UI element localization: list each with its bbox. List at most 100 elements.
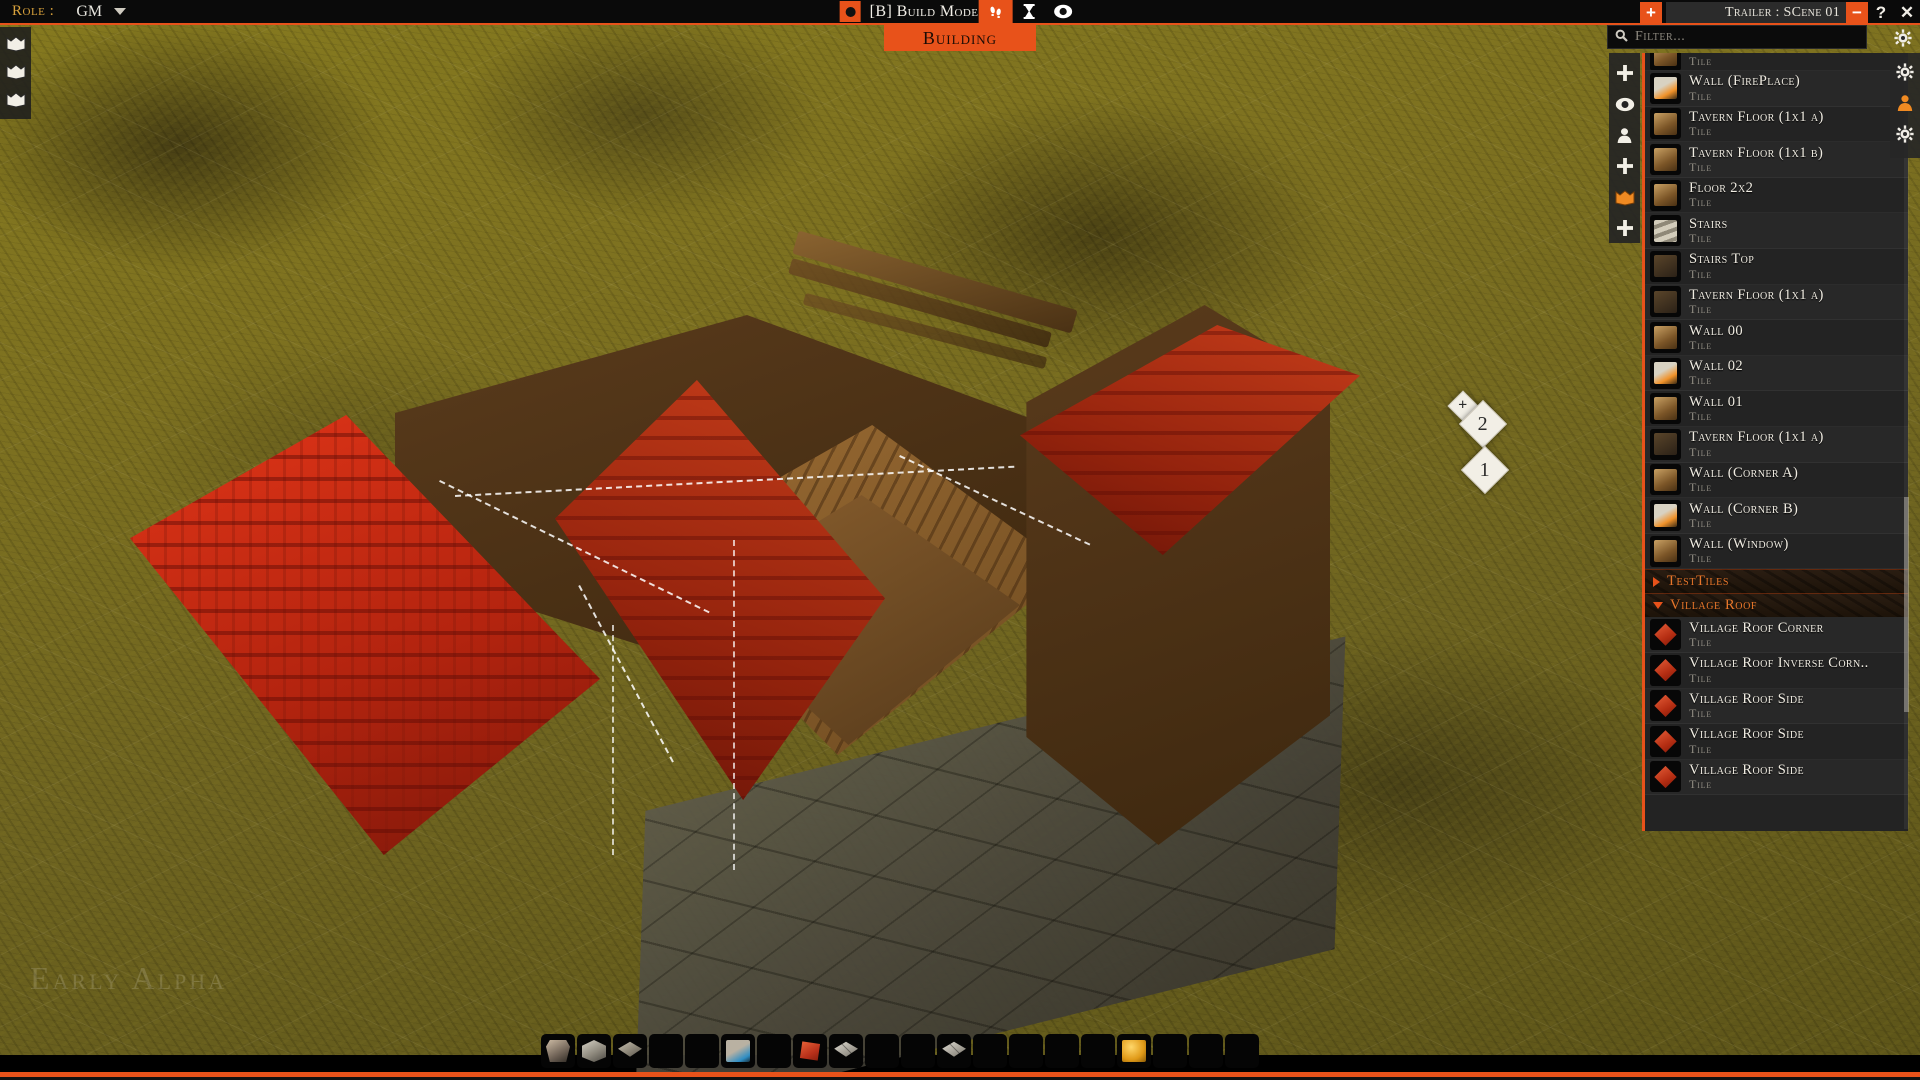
hotbar-slot-11[interactable] (901, 1034, 935, 1068)
hotbar-slot-7[interactable] (757, 1034, 791, 1068)
role-value[interactable]: GM (76, 3, 102, 21)
book-icon-1[interactable] (4, 31, 28, 55)
asset-thumbnail (1650, 535, 1681, 567)
asset-browser-panel: TileWall (FirePlace)TileTavern Floor (1x… (1607, 25, 1920, 1055)
asset-thumbnail (1650, 143, 1681, 175)
asset-list-item[interactable]: Wall (Corner A) Tile (1645, 463, 1908, 499)
asset-list-item[interactable]: Tavern Floor (1x1 a) Tile (1645, 285, 1908, 321)
person-icon[interactable] (1894, 92, 1916, 114)
asset-list-item[interactable]: Stairs Top Tile (1645, 249, 1908, 285)
gear-icon-panel[interactable] (1892, 27, 1914, 49)
asset-list-item[interactable]: Tile (1645, 53, 1908, 71)
asset-category-header[interactable]: TestTiles (1645, 569, 1908, 594)
hotbar-slot-18[interactable] (1153, 1034, 1187, 1068)
asset-name: Village Roof Side (1689, 763, 1805, 779)
hotbar-slot-12[interactable] (937, 1034, 971, 1068)
asset-list-item[interactable]: Floor 2x2 Tile (1645, 178, 1908, 214)
asset-type: Tile (1689, 124, 1712, 138)
hotbar-slot-9[interactable] (829, 1034, 863, 1068)
build-mode-indicator: [B] Build Mode (839, 0, 1081, 24)
top-bar-right-controls: + Trailer : SCene 01 − ? ✕ (1640, 0, 1920, 25)
asset-list-item[interactable]: Stairs Tile (1645, 213, 1908, 249)
eye-icon[interactable] (1046, 0, 1080, 24)
hotbar-slot-19[interactable] (1189, 1034, 1223, 1068)
asset-type: Tile (1689, 444, 1712, 459)
asset-list-item[interactable]: Village Roof Corner Tile (1645, 617, 1908, 653)
close-icon[interactable]: ✕ (1894, 3, 1920, 23)
asset-type: Tile (1689, 634, 1712, 649)
asset-list-item[interactable]: Wall 01 Tile (1645, 391, 1908, 427)
hotbar-slot-13[interactable] (973, 1034, 1007, 1068)
hotbar[interactable] (541, 1034, 1259, 1068)
asset-list-item[interactable]: Wall (Corner B) Tile (1645, 498, 1908, 534)
filter-bar[interactable] (1607, 25, 1867, 49)
chevron-down-icon[interactable] (114, 8, 127, 15)
build-guide-line-vertical (612, 625, 614, 855)
remove-scene-button[interactable]: − (1846, 2, 1868, 23)
hotbar-slot-6[interactable] (721, 1034, 755, 1068)
scene-selector[interactable]: Trailer : SCene 01 (1666, 2, 1846, 23)
hotbar-slot-10[interactable] (865, 1034, 899, 1068)
hotbar-slot-8[interactable] (793, 1034, 827, 1068)
hotbar-slot-2[interactable] (577, 1034, 611, 1068)
asset-list-item[interactable]: Tavern Floor (1x1 b) Tile (1645, 142, 1908, 178)
hotbar-item-icon (942, 1041, 966, 1057)
asset-list-item[interactable]: Village Roof Side Tile (1645, 724, 1908, 760)
asset-list-item[interactable]: Tavern Floor (1x1 a) Tile (1645, 427, 1908, 463)
asset-type: Tile (1689, 302, 1712, 316)
asset-list-item[interactable]: Village Roof Side Tile (1645, 689, 1908, 725)
gear-icon-top[interactable] (1894, 61, 1916, 83)
asset-name: Stairs Top (1689, 252, 1755, 268)
filter-input[interactable] (1635, 29, 1835, 45)
search-icon (1615, 29, 1628, 46)
asset-list-scrollbar[interactable] (1904, 57, 1909, 829)
build-guide-line-vertical (733, 540, 735, 870)
asset-thumbnail (1650, 725, 1681, 757)
gear-icon-bottom[interactable] (1894, 123, 1916, 145)
add-scene-button[interactable]: + (1640, 2, 1662, 23)
asset-type: Tile (1689, 266, 1712, 281)
person-icon[interactable] (1614, 124, 1636, 146)
asset-name: Tavern Floor (1x1 a) (1689, 430, 1824, 446)
hotbar-slot-3[interactable] (613, 1034, 647, 1068)
asset-list[interactable]: Tile Wall (FirePlace) Tile Tavern Floor (1x… (1642, 53, 1908, 831)
asset-list-item[interactable]: Wall (Window) Tile (1645, 534, 1908, 570)
asset-name: Tavern Floor (1x1 a) (1689, 109, 1824, 125)
level-2-label: 2 (1478, 412, 1488, 435)
book-icon[interactable] (1614, 186, 1636, 208)
asset-list-item[interactable]: Village Roof Side Tile (1645, 760, 1908, 796)
hourglass-icon[interactable] (1012, 0, 1046, 24)
chevron-right-icon (1653, 576, 1660, 587)
panel-tool-strip (1609, 53, 1640, 243)
eye-icon[interactable] (1614, 93, 1636, 115)
asset-list-item[interactable]: Tavern Floor (1x1 a) Tile (1645, 107, 1908, 143)
asset-category-header[interactable]: Village Roof (1645, 593, 1908, 618)
hotbar-slot-1[interactable] (541, 1034, 575, 1068)
scrollbar-thumb[interactable] (1904, 497, 1909, 712)
footprints-icon[interactable] (978, 0, 1013, 24)
book-icon-2[interactable] (4, 59, 28, 83)
hotbar-slot-20[interactable] (1225, 1034, 1259, 1068)
asset-type: Tile (1689, 706, 1712, 720)
hotbar-item-icon (546, 1040, 570, 1062)
asset-list-item[interactable]: Wall 02 Tile (1645, 356, 1908, 392)
book-icon-3[interactable] (4, 87, 28, 111)
scene-name-label: Trailer : SCene 01 (1724, 4, 1840, 20)
hotbar-slot-14[interactable] (1009, 1034, 1043, 1068)
add-icon-2[interactable] (1614, 155, 1636, 177)
building-tab[interactable]: Building (884, 25, 1036, 51)
build-mode-dot-icon (839, 1, 861, 22)
asset-type: Tile (1689, 373, 1712, 387)
hotbar-slot-16[interactable] (1081, 1034, 1115, 1068)
add-icon-1[interactable] (1614, 62, 1636, 84)
asset-list-item[interactable]: Wall (FirePlace) Tile (1645, 71, 1908, 107)
hotbar-slot-15[interactable] (1045, 1034, 1079, 1068)
hotbar-slot-5[interactable] (685, 1034, 719, 1068)
asset-name: Village Roof Side (1689, 727, 1805, 743)
asset-list-item[interactable]: Wall 00 Tile (1645, 320, 1908, 356)
hotbar-slot-17[interactable] (1117, 1034, 1151, 1068)
hotbar-slot-4[interactable] (649, 1034, 683, 1068)
asset-list-item[interactable]: Village Roof Inverse Corn.. Tile (1645, 653, 1908, 689)
help-icon[interactable]: ? (1868, 3, 1894, 23)
add-icon-3[interactable] (1614, 217, 1636, 239)
